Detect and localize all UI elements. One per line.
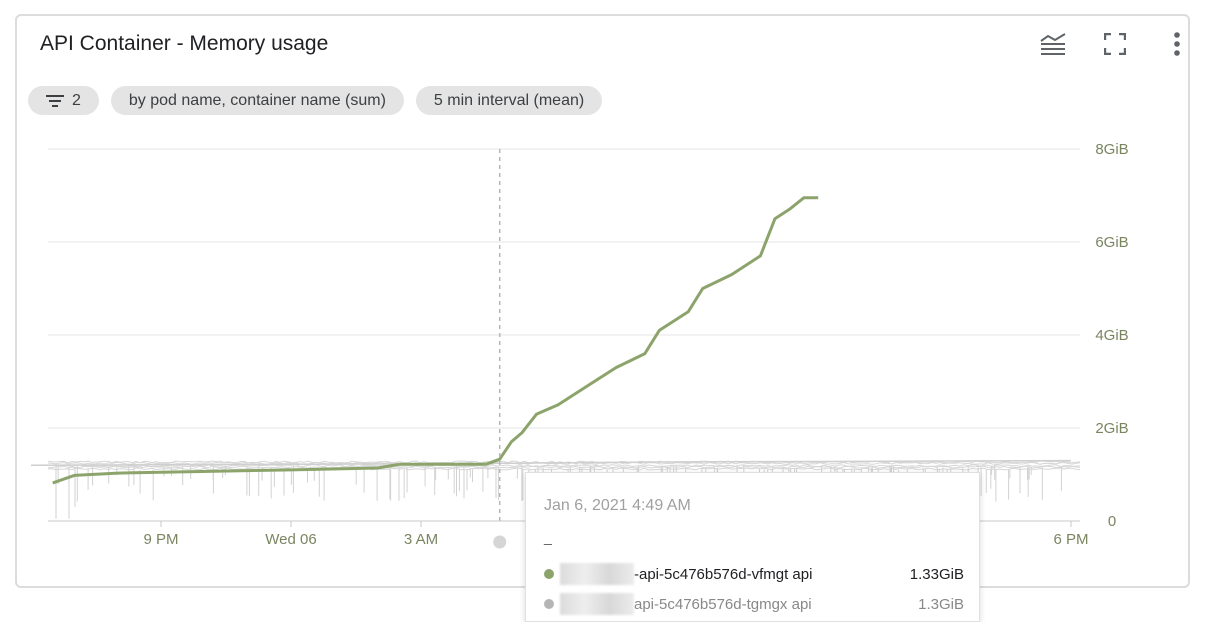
y-tick-label: 6GiB [1095, 234, 1128, 251]
hover-cursor-marker [493, 535, 507, 549]
x-tick-label: 6 PM [1053, 531, 1088, 548]
tooltip-series-name: -api-5c476b576d-vfmgt api [634, 565, 813, 583]
y-tick-label: 8GiB [1095, 141, 1128, 158]
series-dot [544, 569, 554, 579]
tooltip-row: -api-5c476b576d-vfmgt api 1.33GiB [544, 563, 964, 585]
tooltip-time: Jan 6, 2021 4:49 AM [544, 497, 691, 514]
redacted-block [560, 563, 634, 585]
y-tick-label: 0 [1108, 513, 1116, 530]
x-tick-label: Wed 06 [265, 531, 316, 548]
y-tick-label: 4GiB [1095, 327, 1128, 344]
series-dot [544, 599, 554, 609]
tooltip-series-name: api-5c476b576d-tgmgx api [634, 595, 812, 613]
tooltip-dash: _ [544, 529, 552, 545]
tooltip-series-value: 1.33GiB [909, 565, 964, 583]
hover-tooltip: Jan 6, 2021 4:49 AM _ -api-5c476b576d-vf… [525, 472, 980, 622]
x-tick-label: 9 PM [143, 531, 178, 548]
tooltip-series-value: 1.3GiB [918, 595, 964, 613]
tooltip-row: api-5c476b576d-tgmgx api 1.3GiB [544, 593, 964, 615]
x-tick-label: 3 AM [404, 531, 438, 548]
series-line [52, 196, 819, 485]
y-tick-label: 2GiB [1095, 420, 1128, 437]
redacted-block [560, 593, 634, 615]
